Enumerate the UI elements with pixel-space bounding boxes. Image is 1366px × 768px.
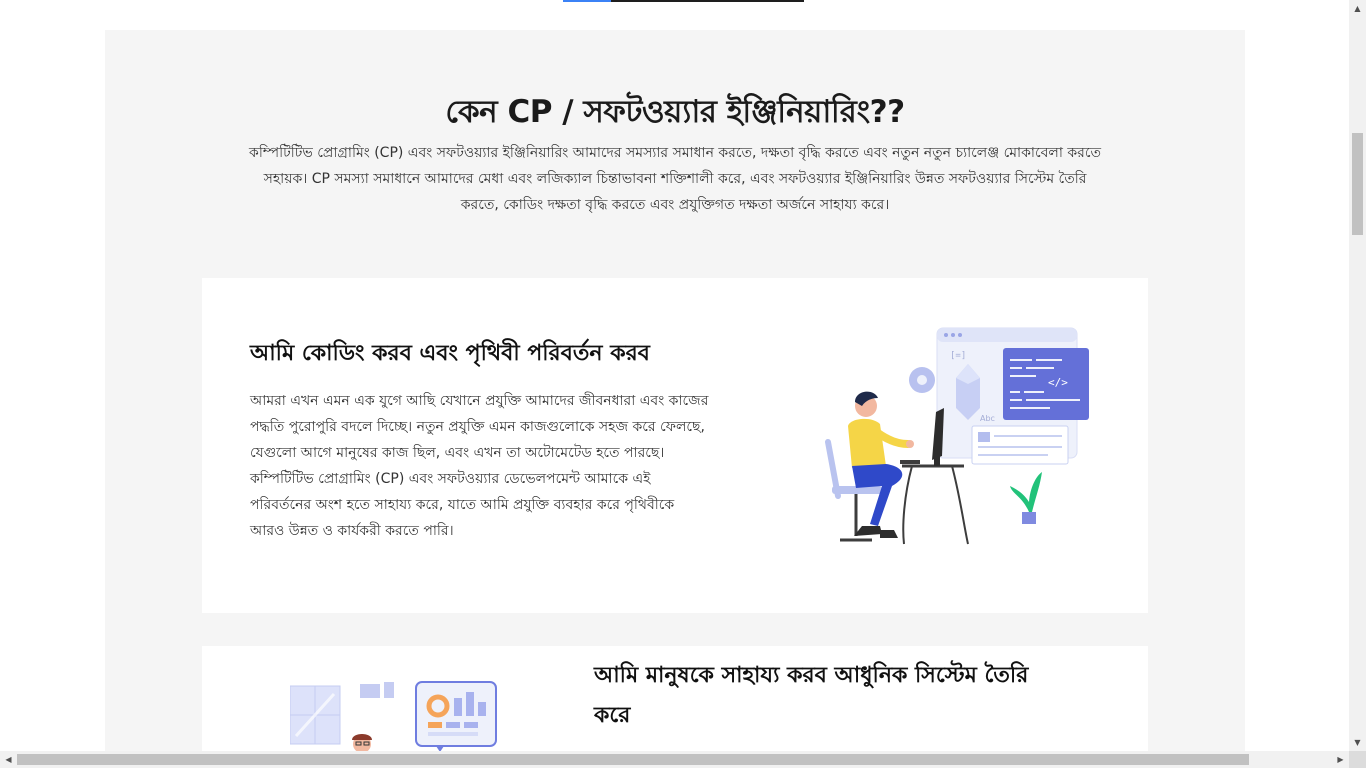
scrollbar-corner [1349, 751, 1366, 768]
scroll-up-arrow-icon[interactable]: ▲ [1349, 0, 1366, 17]
developer-at-desk-illustration: </> Abc [=] [825, 327, 1089, 545]
section-description: কম্পিটিটিভ প্রোগ্রামিং (CP) এবং সফটওয়্য… [249, 145, 1101, 213]
reading-progress-fill [563, 0, 612, 2]
svg-text:[=]: [=] [950, 351, 966, 361]
card-heading: আমি মানুষকে সাহায্য করব আধুনিক সিস্টেম ত… [594, 663, 1029, 728]
vertical-scrollbar[interactable]: ▲ ▼ [1349, 0, 1366, 751]
card-heading: আমি কোডিং করব এবং পৃথিবী পরিবর্তন করব [250, 341, 650, 366]
reading-progress-bar [563, 0, 804, 2]
abc-label: Abc [980, 414, 995, 423]
card-text: আমরা এখন এমন এক যুগে আছি যেখানে প্রযুক্ত… [250, 393, 709, 539]
scroll-left-arrow-icon[interactable]: ◀ [0, 751, 17, 768]
why-cp-section: কেন CP / সফটওয়্যার ইঞ্জিনিয়ারিং?? কম্প… [105, 30, 1245, 768]
feature-card-coding: আমি কোডিং করব এবং পৃথিবী পরিবর্তন করব আম… [202, 278, 1148, 613]
feature-card-systems: আমি মানুষকে সাহায্য করব আধুনিক সিস্টেম ত… [202, 646, 1148, 768]
scroll-right-arrow-icon[interactable]: ▶ [1332, 751, 1349, 768]
code-tag-label: </> [1048, 376, 1068, 389]
section-title: কেন CP / সফটওয়্যার ইঞ্জিনিয়ারিং?? [445, 94, 905, 130]
vertical-scroll-thumb[interactable] [1352, 133, 1363, 235]
scroll-down-arrow-icon[interactable]: ▼ [1349, 734, 1366, 751]
horizontal-scroll-thumb[interactable] [17, 754, 1249, 765]
horizontal-scrollbar[interactable]: ◀ ▶ [0, 751, 1349, 768]
